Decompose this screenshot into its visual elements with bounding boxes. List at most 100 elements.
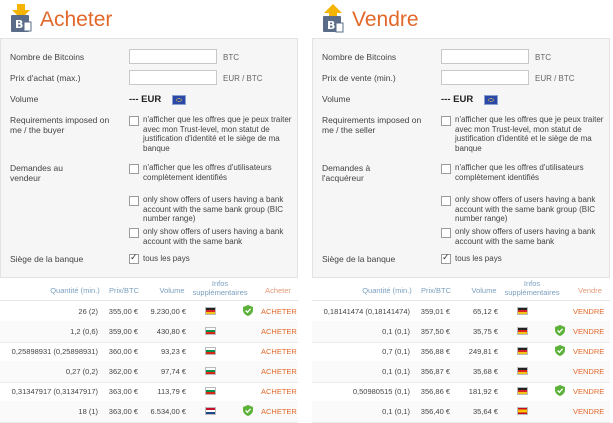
identified-users-checkbox[interactable] <box>441 164 451 174</box>
demands-label: Demandes au vendeur <box>10 163 63 183</box>
bg-flag-icon <box>205 347 216 355</box>
de-flag-icon <box>205 307 216 315</box>
price-label: Prix de vente (min.) <box>322 73 396 83</box>
col-volume[interactable]: Volume <box>464 286 504 296</box>
buy-action-link[interactable]: ACHETER <box>261 407 297 416</box>
same-bank-checkbox[interactable] <box>129 228 139 238</box>
shield-check-icon <box>555 385 565 396</box>
buy-action-link[interactable]: ACHETER <box>261 367 297 376</box>
same-bank-group-checkbox[interactable] <box>129 196 139 206</box>
cell-price: 362,00 € <box>108 367 138 376</box>
sell-action-link[interactable]: VENDRE <box>573 387 604 396</box>
col-extra-info: Infos supplémentaires <box>192 279 248 297</box>
orders-table-body: 26 (2) 355,00 €9.230,00 € ACHETER 1,2 (0,6)… <box>0 301 298 423</box>
buy-action-link[interactable]: ACHETER <box>261 347 297 356</box>
shield-check-icon <box>555 345 565 356</box>
cell-price: 363,00 € <box>108 407 138 416</box>
requirements-option-text: n'afficher que les offres que je peux tr… <box>143 115 292 153</box>
cell-quantity: 0,27 (0,2) <box>65 367 98 376</box>
bitcoin-document-icon: B <box>11 4 32 32</box>
cell-quantity: 1,2 (0,6) <box>70 327 98 336</box>
cell-volume: 430,80 € <box>156 327 186 336</box>
amount-label: Nombre de Bitcoins <box>322 52 397 62</box>
buy-action-link[interactable]: ACHETER <box>261 327 297 336</box>
identified-users-checkbox[interactable] <box>129 164 139 174</box>
cell-volume: 65,12 € <box>472 307 498 316</box>
same-bank-text: only show offers of users having a bank … <box>143 227 284 246</box>
col-price[interactable]: Prix/BTC <box>418 286 454 296</box>
table-row: 18 (1) 363,00 € 6.534,00 € ACHETER <box>0 401 298 423</box>
col-action: Acheter <box>265 286 291 295</box>
sell-panel: B Vendre Nombre de Bitcoins BTC Prix de … <box>312 0 610 423</box>
table-row: 1,2 (0,6) 359,00 € 430,80 € ACHETER <box>0 321 298 343</box>
all-countries-text: tous les pays <box>455 254 502 263</box>
sell-action-link[interactable]: VENDRE <box>573 327 604 336</box>
buy-action-link[interactable]: ACHETER <box>261 387 297 396</box>
requirements-label: Requirements imposed on me / the buyer <box>10 115 110 135</box>
cell-price: 359,00 € <box>108 327 138 336</box>
requirements-checkbox[interactable] <box>441 116 451 126</box>
volume-value: --- EUR <box>441 94 474 105</box>
volume-label: Volume <box>10 94 39 104</box>
col-quantity[interactable]: Quantité (min.) <box>40 286 110 296</box>
identified-users-text: n'afficher que les offres d'utilisateurs… <box>143 163 272 182</box>
price-input[interactable] <box>129 70 217 85</box>
sell-action-link[interactable]: VENDRE <box>573 347 604 356</box>
col-volume[interactable]: Volume <box>152 286 192 296</box>
demands-label: Demandes à l'acquéreur <box>322 163 371 183</box>
page-title: Acheter <box>40 8 113 31</box>
cell-volume: 6.534,00 € <box>150 407 186 416</box>
all-countries-checkbox[interactable] <box>129 252 139 264</box>
same-bank-checkbox[interactable] <box>441 228 451 238</box>
cell-quantity: 26 (2) <box>78 307 98 316</box>
cell-quantity: 0,1 (0,1) <box>382 367 410 376</box>
volume-value: --- EUR <box>129 94 162 105</box>
sell-action-link[interactable]: VENDRE <box>573 307 604 316</box>
col-quantity[interactable]: Quantité (min.) <box>352 286 422 296</box>
all-countries-text: tous les pays <box>143 254 190 263</box>
cell-price: 356,88 € <box>420 347 450 356</box>
table-row: 0,7 (0,1) 356,88 € 249,81 € VENDRE <box>312 341 610 363</box>
requirements-checkbox[interactable] <box>129 116 139 126</box>
de-flag-icon <box>517 327 528 335</box>
shield-check-icon <box>243 305 253 316</box>
same-bank-group-checkbox[interactable] <box>441 196 451 206</box>
eu-flag-icon <box>484 95 498 105</box>
cell-price: 356,86 € <box>420 387 450 396</box>
de-flag-icon <box>517 307 528 315</box>
sell-action-link[interactable]: VENDRE <box>573 407 604 416</box>
same-bank-group-text: only show offers of users having a bank … <box>143 195 284 223</box>
amount-input[interactable] <box>441 49 529 64</box>
table-row: 0,1 (0,1) 356,40 € 35,64 € VENDRE <box>312 401 610 423</box>
bank-seat-label: Siège de la banque <box>10 254 84 264</box>
cell-price: 359,01 € <box>420 307 450 316</box>
orders-table-header: Quantité (min.) Prix/BTC Volume Infos su… <box>0 279 298 301</box>
cell-quantity: 0,1 (0,1) <box>382 327 410 336</box>
cell-volume: 97,74 € <box>160 367 186 376</box>
price-unit: EUR / BTC <box>223 74 263 83</box>
table-row: 0,27 (0,2) 362,00 € 97,74 € ACHETER <box>0 361 298 383</box>
col-price[interactable]: Prix/BTC <box>106 286 142 296</box>
sell-filter-form: Nombre de Bitcoins BTC Prix de vente (mi… <box>312 38 610 278</box>
bg-flag-icon <box>205 387 216 395</box>
all-countries-checkbox[interactable] <box>441 252 451 264</box>
cell-price: 360,00 € <box>108 347 138 356</box>
bg-flag-icon <box>205 327 216 335</box>
cell-price: 357,50 € <box>420 327 450 336</box>
bg-flag-icon <box>205 367 216 375</box>
price-input[interactable] <box>441 70 529 85</box>
buy-action-link[interactable]: ACHETER <box>261 307 297 316</box>
col-action: Vendre <box>578 286 602 295</box>
amount-input[interactable] <box>129 49 217 64</box>
de-flag-icon <box>517 387 528 395</box>
de-flag-icon <box>517 367 528 375</box>
buy-header: B Acheter <box>0 2 298 36</box>
cell-quantity: 18 (1) <box>78 407 98 416</box>
cell-volume: 9.230,00 € <box>150 307 186 316</box>
volume-label: Volume <box>322 94 351 104</box>
shield-check-icon <box>555 325 565 336</box>
amount-unit: BTC <box>223 53 239 62</box>
orders-table-body: 0,18141474 (0,18141474) 359,01 € 65,12 € VE… <box>312 301 610 423</box>
cell-quantity: 0,31347917 (0,31347917) <box>11 387 98 396</box>
sell-action-link[interactable]: VENDRE <box>573 367 604 376</box>
